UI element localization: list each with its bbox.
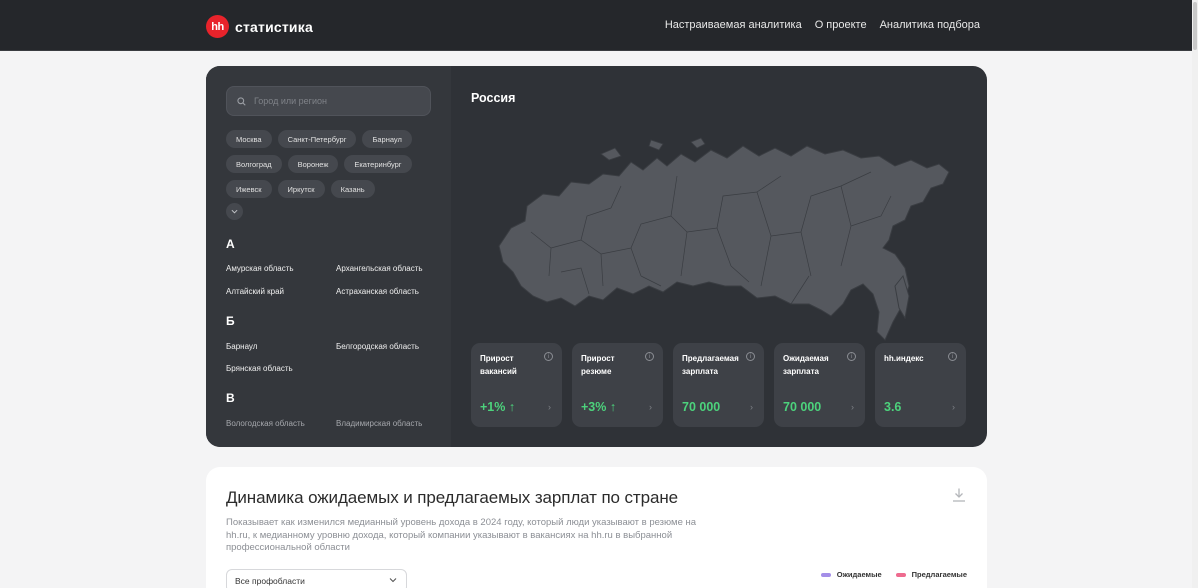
city-chip[interactable]: Барнаул — [362, 130, 412, 148]
stat-card-vacancy-growth[interactable]: Прирост вакансий i +1% ↑ › — [471, 343, 562, 427]
chevron-right-icon: › — [548, 402, 551, 412]
letter-heading: В — [226, 391, 235, 405]
page-scrollbar[interactable] — [1192, 0, 1198, 588]
stat-card-resume-growth[interactable]: Прирост резюме i +3% ↑ › — [572, 343, 663, 427]
chevron-right-icon: › — [649, 402, 652, 412]
legend-swatch — [820, 572, 831, 577]
legend-item-expected[interactable]: Ожидаемые — [820, 570, 882, 579]
scrollbar-thumb[interactable] — [1193, 2, 1197, 50]
stat-card-expected-salary[interactable]: Ожидаемая зарплата i 70 000 › — [774, 343, 865, 427]
region-title: Россия — [471, 91, 516, 105]
stat-label: Прирост резюме — [581, 354, 615, 376]
city-chip[interactable]: Ижевск — [226, 180, 272, 198]
stat-card-hh-index[interactable]: hh.индекс i 3.6 › — [875, 343, 966, 427]
region-link[interactable]: Архангельская область — [336, 264, 423, 273]
nav-custom-analytics[interactable]: Настраиваемая аналитика — [665, 19, 802, 31]
region-search[interactable] — [226, 86, 431, 116]
region-link[interactable]: Белгородская область — [336, 342, 419, 351]
stat-value: +3% ↑ — [581, 400, 617, 414]
region-link[interactable]: Алтайский край — [226, 287, 284, 296]
main-nav: Настраиваемая аналитика О проекте Аналит… — [665, 19, 980, 31]
region-link[interactable]: Барнаул — [226, 342, 257, 351]
info-icon[interactable]: i — [948, 352, 957, 361]
download-icon[interactable] — [951, 487, 967, 503]
stat-card-offered-salary[interactable]: Предлагаемая зарплата i 70 000 › — [673, 343, 764, 427]
chart-legend: Ожидаемые Предлагаемые — [820, 570, 967, 579]
city-chips: Москва Санкт-Петербург Барнаул Волгоград… — [226, 130, 436, 205]
region-link[interactable]: Владимирская область — [336, 419, 422, 428]
letter-heading: Б — [226, 314, 235, 328]
search-icon — [237, 96, 246, 106]
legend-swatch — [895, 572, 906, 577]
expand-cities-button[interactable] — [226, 203, 243, 220]
logo-mark: hh — [206, 15, 229, 38]
city-chip[interactable]: Иркутск — [277, 180, 325, 198]
nav-selection-analytics[interactable]: Аналитика подбора — [880, 19, 980, 31]
nav-about[interactable]: О проекте — [815, 19, 867, 31]
chevron-right-icon: › — [952, 402, 955, 412]
legend-label: Ожидаемые — [836, 570, 882, 579]
region-sidebar: Москва Санкт-Петербург Барнаул Волгоград… — [206, 66, 451, 447]
top-bar: hh статистика Настраиваемая аналитика О … — [0, 0, 1192, 51]
city-chip[interactable]: Волгоград — [226, 155, 282, 173]
select-value: Все профобласти — [235, 576, 305, 586]
profarea-select[interactable]: Все профобласти — [226, 569, 407, 588]
city-chip[interactable]: Санкт-Петербург — [277, 130, 357, 148]
region-link[interactable]: Вологодская область — [226, 419, 305, 428]
region-link[interactable]: Амурская область — [226, 264, 294, 273]
city-chip[interactable]: Москва — [226, 130, 272, 148]
stat-label: Прирост вакансий — [480, 354, 517, 376]
city-chip[interactable]: Казань — [330, 180, 375, 198]
stat-value: 70 000 — [682, 400, 721, 414]
salary-dynamics-card: Динамика ожидаемых и предлагаемых зарпла… — [206, 467, 987, 588]
city-chip[interactable]: Екатеринбург — [344, 155, 412, 173]
section-title: Динамика ожидаемых и предлагаемых зарпла… — [226, 488, 678, 507]
stat-value: 3.6 — [884, 400, 902, 414]
stat-value: +1% ↑ — [480, 400, 516, 414]
legend-item-offered[interactable]: Предлагаемые — [895, 570, 967, 579]
stats-row: Прирост вакансий i +1% ↑ › Прирост резюм… — [471, 343, 966, 427]
chevron-down-icon — [389, 578, 397, 583]
stat-label: Предлагаемая зарплата — [682, 354, 739, 376]
search-input[interactable] — [254, 96, 414, 106]
russia-map[interactable] — [491, 136, 961, 351]
region-link[interactable]: Астраханская область — [336, 287, 419, 296]
stat-value: 70 000 — [783, 400, 822, 414]
logo-text: статистика — [235, 18, 313, 35]
info-icon[interactable]: i — [746, 352, 755, 361]
region-overview-card: Москва Санкт-Петербург Барнаул Волгоград… — [206, 66, 987, 447]
info-icon[interactable]: i — [645, 352, 654, 361]
letter-heading: А — [226, 237, 235, 251]
legend-label: Предлагаемые — [911, 570, 967, 579]
chevron-right-icon: › — [851, 402, 854, 412]
info-icon[interactable]: i — [847, 352, 856, 361]
stat-label: Ожидаемая зарплата — [783, 354, 829, 376]
city-chip[interactable]: Воронеж — [287, 155, 339, 173]
region-link[interactable]: Брянская область — [226, 364, 293, 373]
stat-label: hh.индекс — [884, 354, 924, 363]
section-description: Показывает как изменился медианный урове… — [226, 517, 697, 553]
chevron-down-icon — [231, 209, 238, 214]
info-icon[interactable]: i — [544, 352, 553, 361]
logo[interactable]: hh статистика — [206, 15, 313, 38]
chevron-right-icon: › — [750, 402, 753, 412]
